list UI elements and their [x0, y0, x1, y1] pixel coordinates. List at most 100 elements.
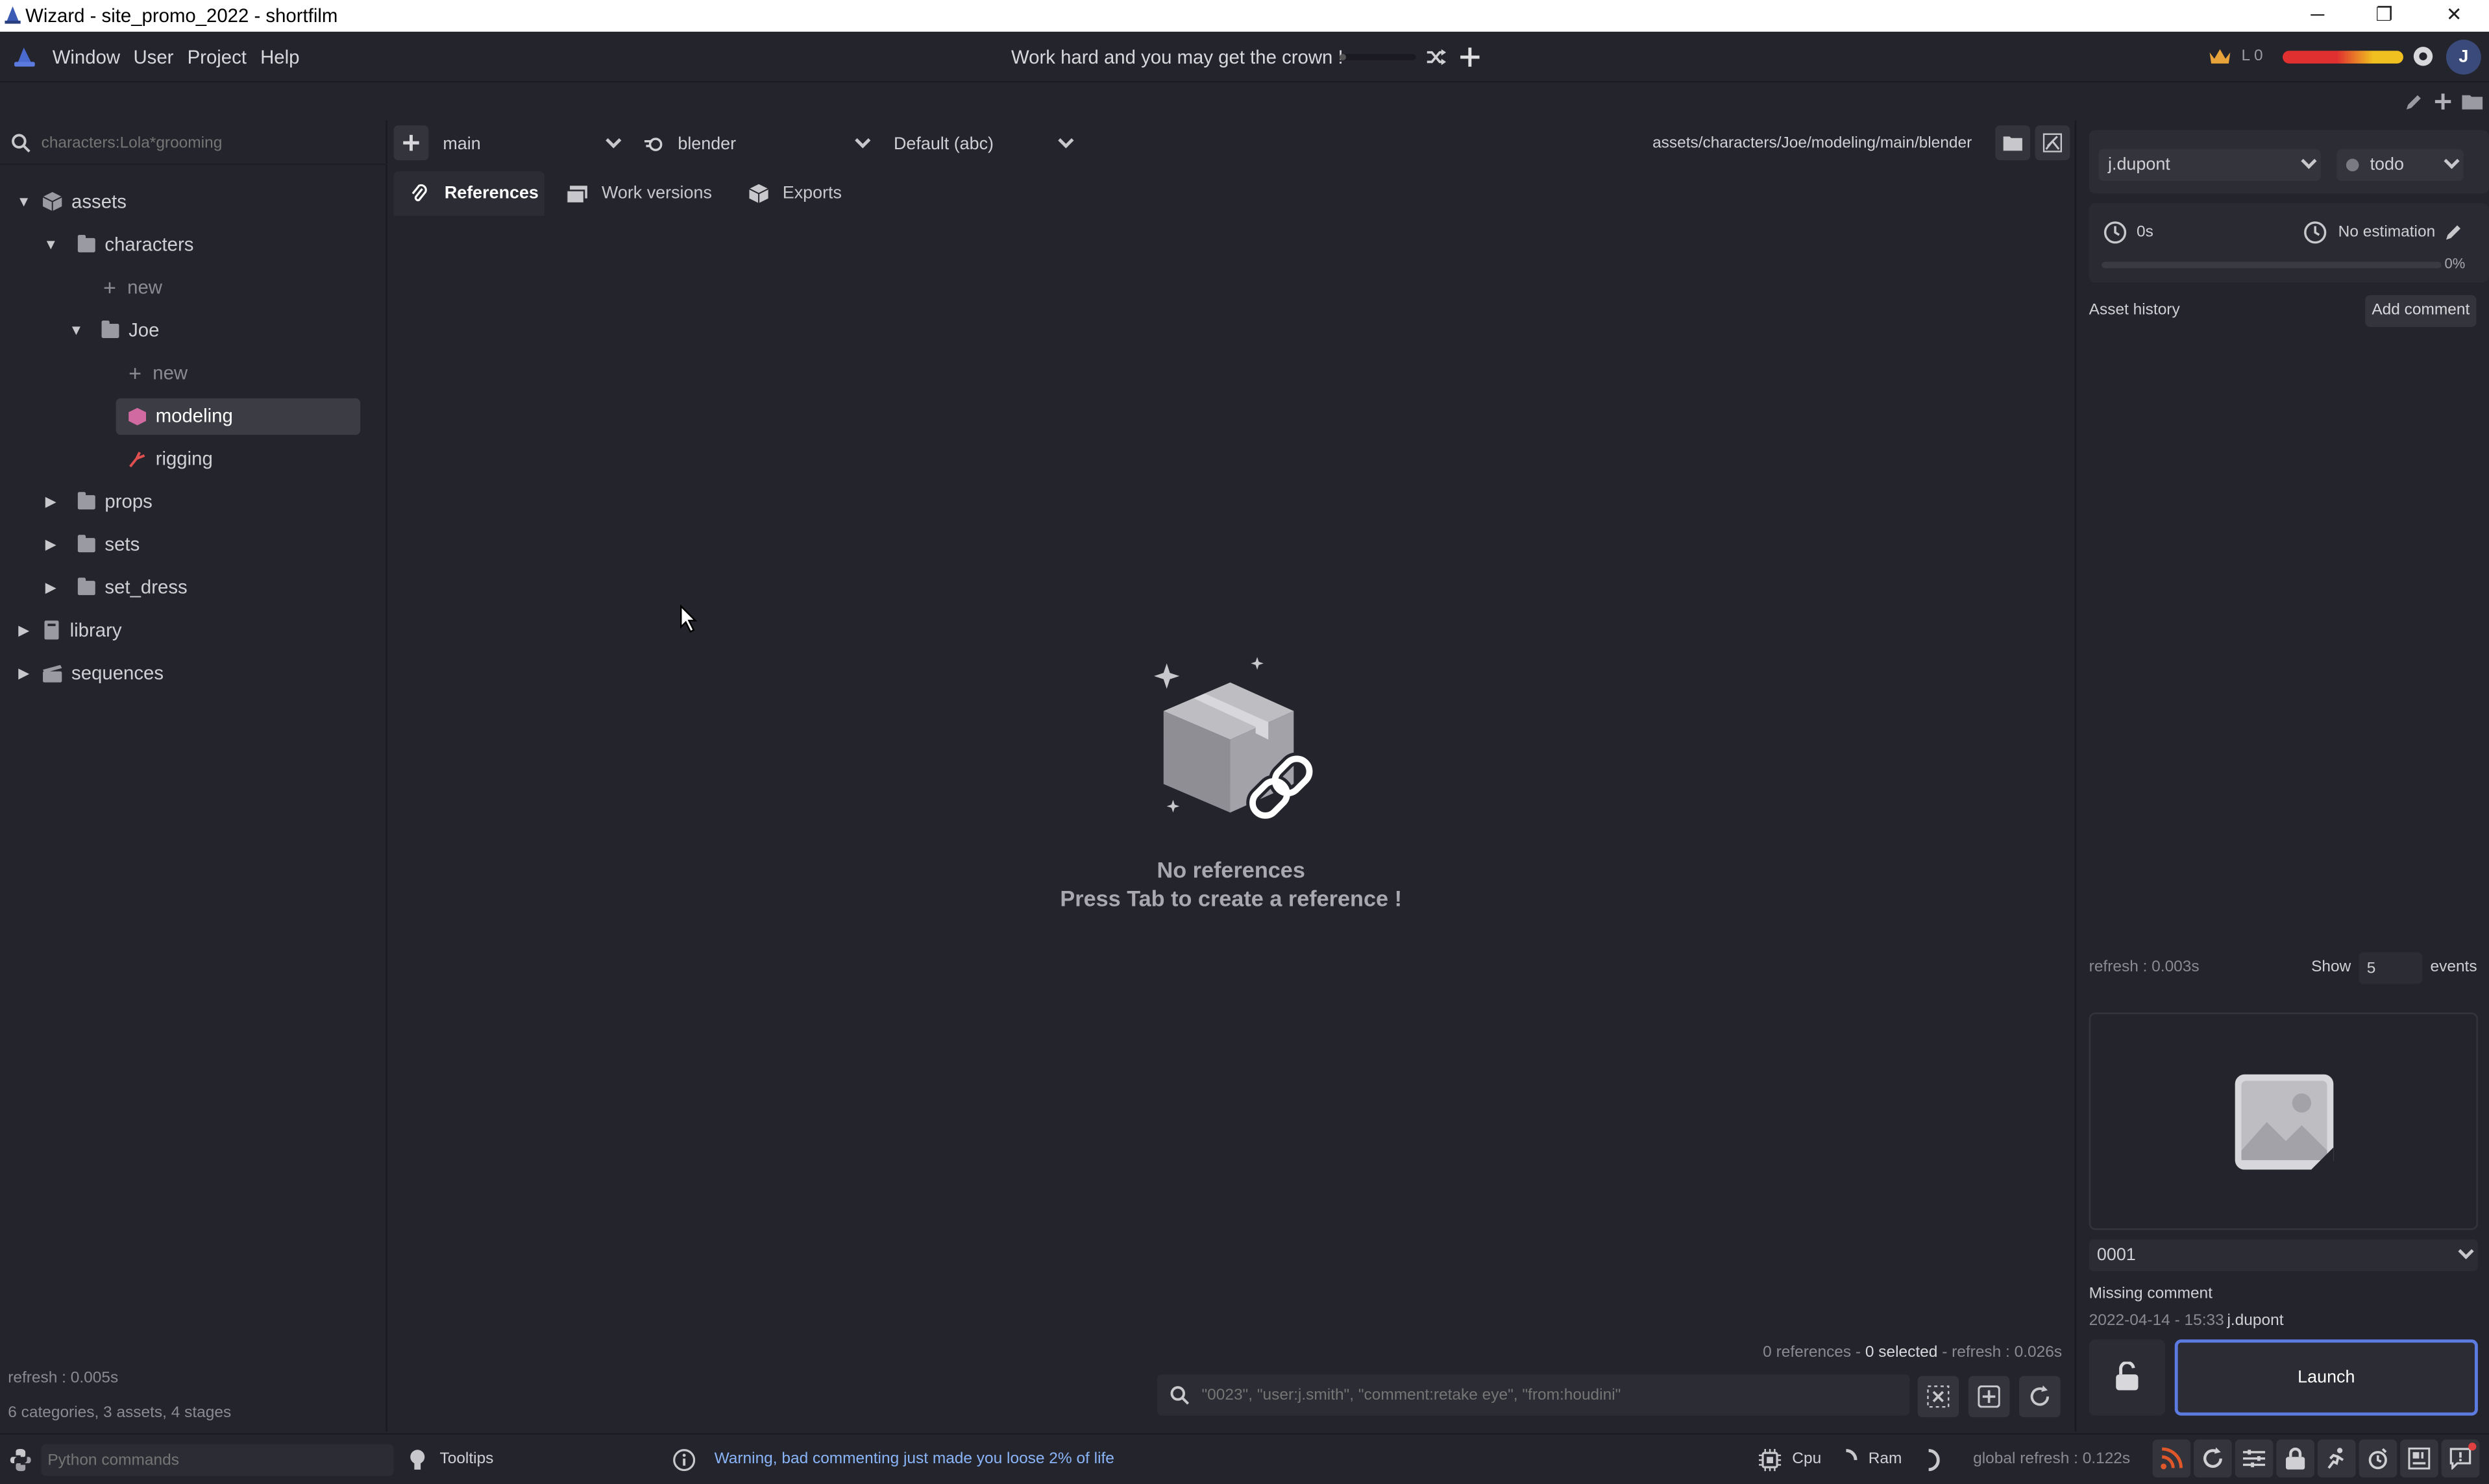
- notifications-button[interactable]: [2441, 1439, 2480, 1478]
- tree-search-row: [0, 121, 387, 165]
- folder-icon: [2003, 136, 2022, 151]
- window-title: Wizard - site_promo_2022 - shortfilm: [25, 5, 338, 27]
- tree-item-characters[interactable]: ▼ characters: [43, 227, 193, 262]
- chevron-right-icon[interactable]: ▶: [43, 493, 58, 510]
- cpu-icon: [1758, 1449, 1782, 1472]
- dashboard-button[interactable]: [2400, 1439, 2438, 1478]
- tree-label: modeling: [155, 404, 233, 427]
- tree-item-new-category[interactable]: + new: [103, 270, 162, 305]
- chevron-right-icon[interactable]: ▶: [16, 664, 31, 682]
- tab-label: Exports: [782, 184, 842, 204]
- refresh-references-button[interactable]: [2019, 1376, 2061, 1418]
- clear-selection-button[interactable]: [1917, 1376, 1959, 1418]
- plus-icon: +: [103, 274, 117, 300]
- user-value: j.dupont: [2108, 155, 2170, 175]
- lock-status-button[interactable]: [2276, 1439, 2314, 1478]
- tab-label: References: [444, 184, 539, 204]
- folder-icon: [101, 319, 119, 337]
- reference-search-bar: [1157, 1374, 1910, 1416]
- menu-window[interactable]: Window: [53, 46, 120, 68]
- references-refresh: - refresh : 0.026s: [1937, 1344, 2063, 1362]
- menu-user[interactable]: User: [133, 46, 173, 68]
- tree-item-sequences[interactable]: ▶ sequences: [16, 655, 164, 690]
- version-dropdown[interactable]: 0001: [2089, 1239, 2478, 1272]
- tree-label: library: [69, 618, 122, 642]
- lightbulb-icon[interactable]: [406, 1449, 428, 1471]
- version-value: 0001: [2096, 1245, 2136, 1265]
- image-edit-icon: [2042, 133, 2063, 152]
- lock-button[interactable]: [2089, 1339, 2166, 1416]
- tree-label: sets: [104, 533, 140, 556]
- gear-icon[interactable]: [2411, 44, 2435, 68]
- tree-item-props[interactable]: ▶ props: [43, 484, 153, 519]
- settings-sliders-button[interactable]: [2235, 1439, 2274, 1478]
- add-icon[interactable]: [2433, 92, 2452, 111]
- plus-icon: [403, 134, 419, 151]
- pomodoro-button[interactable]: [2359, 1439, 2397, 1478]
- variant-dropdown[interactable]: main: [438, 128, 626, 160]
- title-bar: Wizard - site_promo_2022 - shortfilm ─ ❐…: [0, 0, 2489, 32]
- state-dropdown[interactable]: todo: [2336, 149, 2464, 181]
- menu-help[interactable]: Help: [260, 46, 299, 68]
- python-command-input[interactable]: [47, 1447, 381, 1473]
- life-slider-handle[interactable]: [1340, 54, 1347, 60]
- reload-button[interactable]: [2194, 1439, 2232, 1478]
- launch-button[interactable]: Launch: [2174, 1339, 2478, 1416]
- tab-references[interactable]: References: [393, 171, 545, 216]
- run-button[interactable]: [2317, 1439, 2356, 1478]
- estimation-label: No estimation: [2338, 223, 2436, 241]
- motto-text: Work hard and you may get the crown !: [1011, 45, 1343, 69]
- life-slider[interactable]: [1340, 54, 1416, 60]
- pencil-icon[interactable]: [2405, 92, 2423, 111]
- references-panel: main blender Default (abc) assets/charac…: [389, 120, 2074, 1432]
- tab-exports[interactable]: Exports: [749, 171, 876, 215]
- search-icon: [1170, 1386, 1189, 1405]
- software-dropdown[interactable]: blender: [640, 128, 875, 160]
- tree-item-sets[interactable]: ▶ sets: [43, 527, 140, 562]
- user-avatar[interactable]: J: [2446, 40, 2481, 75]
- tree-search-input[interactable]: [41, 128, 375, 158]
- tab-work-versions[interactable]: Work versions: [567, 171, 726, 215]
- tree-item-modeling[interactable]: modeling: [129, 398, 233, 433]
- menu-bar: Window User Project Help Work hard and y…: [0, 31, 2489, 83]
- chevron-right-icon[interactable]: ▶: [16, 622, 31, 639]
- close-button[interactable]: ✕: [2431, 1, 2478, 30]
- reference-search-input[interactable]: [1201, 1380, 1900, 1409]
- maximize-button[interactable]: ❐: [2360, 1, 2408, 30]
- events-count-input[interactable]: [2359, 952, 2423, 984]
- stage-path: assets/characters/Joe/modeling/main/blen…: [1652, 134, 1972, 152]
- plus-icon[interactable]: [1459, 46, 1481, 68]
- menu-project[interactable]: Project: [188, 46, 247, 68]
- notification-dot: [2468, 1442, 2477, 1451]
- user-dropdown[interactable]: j.dupont: [2098, 149, 2321, 181]
- export-format-dropdown[interactable]: Default (abc): [890, 128, 1078, 160]
- folder-icon: [77, 234, 95, 252]
- minimize-button[interactable]: ─: [2294, 1, 2341, 30]
- image-tool-button[interactable]: [2035, 125, 2070, 161]
- open-folder-button[interactable]: [1995, 125, 2031, 161]
- wizard-logo-icon: [14, 47, 35, 67]
- blender-icon: [644, 138, 663, 151]
- tree-item-new-stage[interactable]: + new: [129, 356, 188, 391]
- tree-item-rigging[interactable]: rigging: [129, 441, 213, 476]
- pencil-icon[interactable]: [2445, 222, 2464, 241]
- progress-track: [2102, 262, 2442, 269]
- chevron-down-icon[interactable]: ▼: [43, 236, 58, 252]
- chevron-right-icon[interactable]: ▶: [43, 578, 58, 596]
- folder-icon[interactable]: [2462, 92, 2483, 110]
- create-reference-button[interactable]: [1968, 1376, 2010, 1418]
- tree-item-library[interactable]: ▶ library: [16, 613, 121, 648]
- tree-item-assets[interactable]: ▼ assets: [16, 184, 127, 219]
- version-date: 2022-04-14 - 15:33: [2089, 1312, 2224, 1330]
- rss-button[interactable]: [2152, 1439, 2191, 1478]
- ram-gauge-icon: [1928, 1449, 1940, 1472]
- tree-item-joe[interactable]: ▼ Joe: [68, 313, 159, 348]
- tree-item-set-dress[interactable]: ▶ set_dress: [43, 570, 188, 605]
- chevron-down-icon[interactable]: ▼: [16, 193, 31, 209]
- shuffle-icon[interactable]: [1425, 46, 1447, 68]
- tooltips-toggle[interactable]: Tooltips: [439, 1450, 493, 1468]
- chevron-right-icon[interactable]: ▶: [43, 535, 58, 553]
- add-comment-button[interactable]: Add comment: [2365, 295, 2477, 327]
- add-variant-button[interactable]: [393, 125, 429, 161]
- chevron-down-icon[interactable]: ▼: [68, 322, 84, 337]
